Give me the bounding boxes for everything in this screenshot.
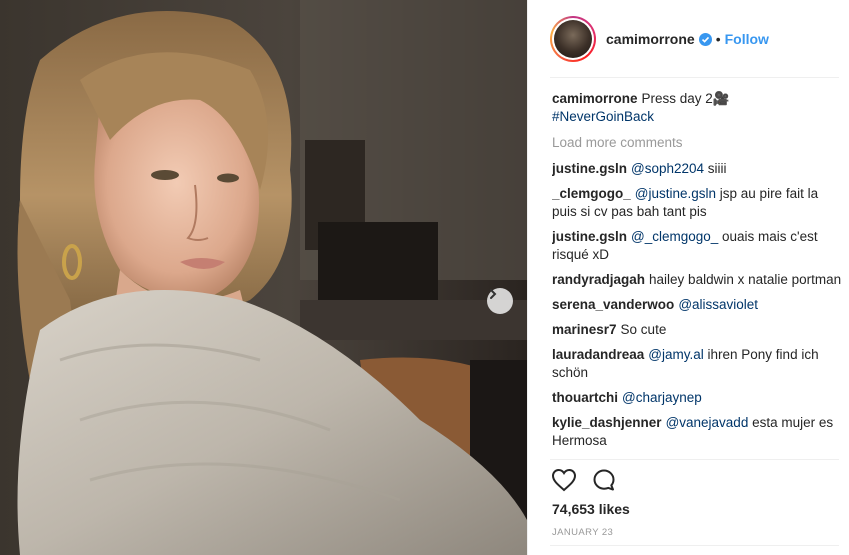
verified-badge-icon [698, 32, 712, 46]
avatar[interactable] [550, 16, 596, 62]
comment-item: kylie_dashjenner @vanejavadd esta mujer e… [552, 414, 842, 450]
comment-username[interactable]: justine.gsln [552, 161, 627, 176]
comment-mention[interactable]: @justine.gsln [635, 186, 716, 201]
comment-username[interactable]: serena_vanderwoo [552, 297, 674, 312]
comment-item: randyradjagah hailey baldwin x natalie po… [552, 271, 842, 289]
post-date: JANUARY 23 [552, 527, 614, 538]
comment-mention[interactable]: @alissaviolet [678, 297, 758, 312]
caption-username[interactable]: camimorrone [552, 91, 638, 106]
comment-mention[interactable]: @soph2204 [631, 161, 704, 176]
like-button[interactable] [550, 466, 578, 494]
post-caption: camimorrone Press day 2🎥 #NeverGoinBack [552, 90, 842, 126]
comment-item: _clemgogo_ @justine.gsln jsp au pire fait… [552, 185, 842, 221]
comment-bubble-icon [593, 469, 615, 491]
comment-item: marinesr7 So cute [552, 321, 842, 339]
divider [550, 77, 839, 78]
heart-icon [551, 468, 577, 492]
load-more-comments-link[interactable]: Load more comments [552, 134, 842, 152]
comment-mention[interactable]: @jamy.al [648, 347, 703, 362]
comment-username[interactable]: lauradandreaa [552, 347, 644, 362]
caption-hashtag[interactable]: #NeverGoinBack [552, 109, 654, 124]
divider [550, 459, 839, 460]
comment-item: thouartchi @charjaynep [552, 389, 842, 407]
comment-username[interactable]: _clemgogo_ [552, 186, 631, 201]
comment-text: siiii [704, 161, 727, 176]
comment-item: serena_vanderwoo @alissaviolet [552, 296, 842, 314]
comments-list: camimorrone Press day 2🎥 #NeverGoinBack L… [552, 90, 842, 460]
comment-item: lauradandreaa @jamy.al ihren Pony find ic… [552, 346, 842, 382]
next-photo-button[interactable] [487, 288, 513, 314]
header-separator: • [715, 31, 721, 47]
caption-text: Press day 2🎥 [641, 91, 730, 106]
divider [550, 545, 839, 546]
post-sidebar: camimorrone • Follow camimorrone Press da… [527, 0, 849, 555]
header-username[interactable]: camimorrone [606, 31, 695, 47]
comment-mention[interactable]: @charjaynep [622, 390, 702, 405]
post-actions [550, 466, 630, 494]
comment-username[interactable]: thouartchi [552, 390, 618, 405]
comment-username[interactable]: marinesr7 [552, 322, 617, 337]
avatar-image [554, 20, 592, 58]
comment-item: justine.gsln @soph2204 siiii [552, 160, 842, 178]
likes-count[interactable]: 74,653 likes [552, 501, 630, 517]
comment-username[interactable]: kylie_dashjenner [552, 415, 662, 430]
comment-text: hailey baldwin x natalie portman [649, 272, 842, 287]
post-header: camimorrone • Follow [528, 0, 849, 78]
follow-button[interactable]: Follow [725, 31, 769, 47]
comment-mention[interactable]: @_clemgogo_ [631, 229, 718, 244]
photo-illustration [0, 0, 527, 555]
comment-username[interactable]: randyradjagah [552, 272, 645, 287]
comment-mention[interactable]: @vanejavadd [666, 415, 749, 430]
comment-item: justine.gsln @_clemgogo_ ouais mais c'est… [552, 228, 842, 264]
chevron-right-icon [490, 289, 497, 299]
comment-button[interactable] [590, 466, 618, 494]
post-photo [0, 0, 527, 555]
comment-text: So cute [620, 322, 667, 337]
comment-username[interactable]: justine.gsln [552, 229, 627, 244]
